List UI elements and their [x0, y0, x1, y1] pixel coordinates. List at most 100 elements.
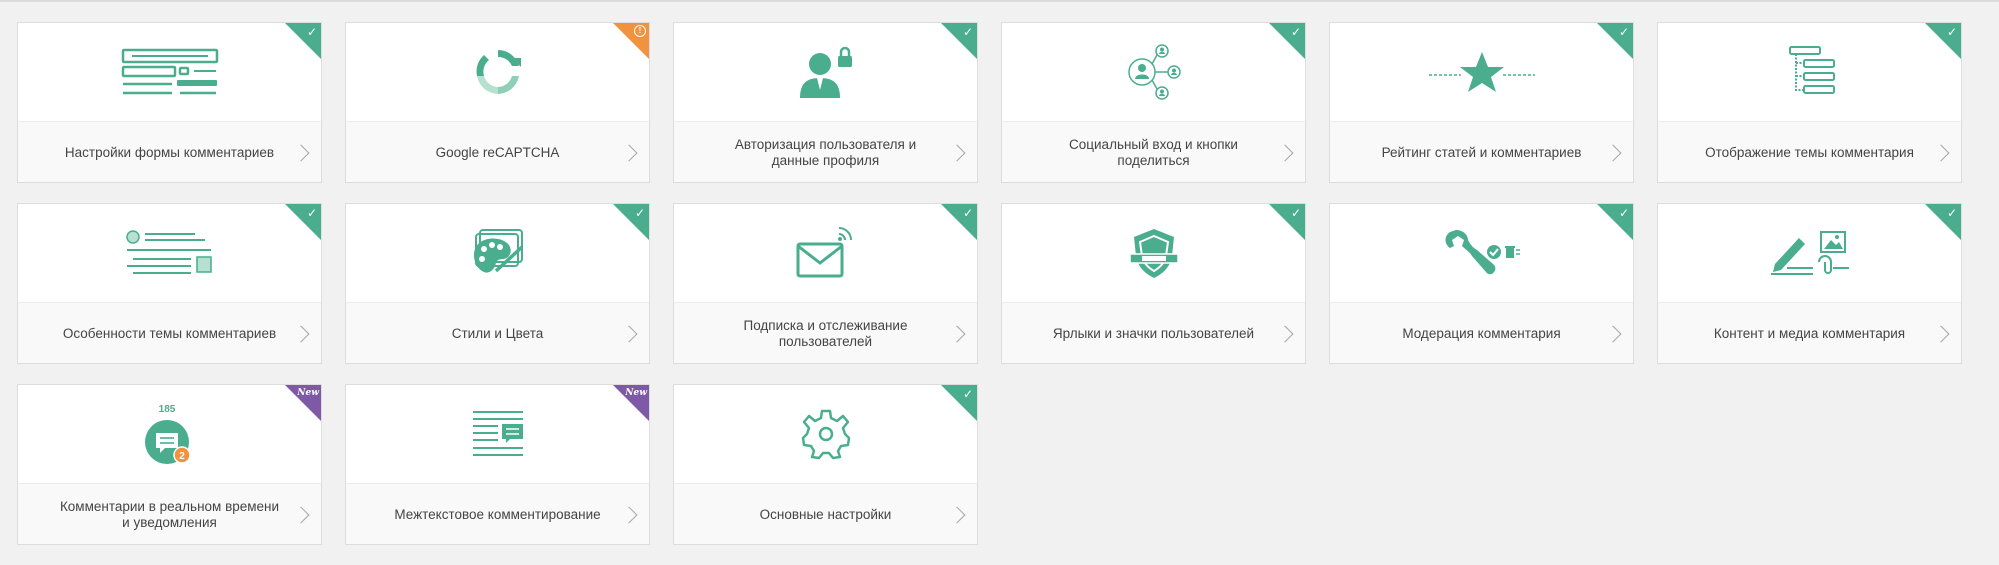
star-rating-icon	[1428, 52, 1535, 92]
card-footer: Авторизация пользователя и данные профил…	[674, 122, 977, 182]
card-footer: Основные настройки	[674, 484, 977, 544]
status-badge-check: ✓	[1925, 204, 1961, 240]
card-title: Ярлыки и значки пользователей	[1052, 325, 1255, 341]
card-footer: Подписка и отслеживание пользователей	[674, 303, 977, 363]
card-footer: Рейтинг статей и комментариев	[1330, 122, 1633, 182]
envelope-icon	[796, 227, 852, 278]
media-content-icon	[1770, 231, 1849, 275]
card-icon-area: 185 2	[18, 385, 321, 484]
card-icon-area	[18, 204, 321, 303]
settings-grid: Настройки формы комментариев ✓ Google re…	[17, 22, 1962, 545]
chevron-right-icon	[948, 506, 966, 523]
chevron-right-icon	[620, 325, 638, 342]
form-settings-icon	[121, 48, 218, 95]
card-footer: Отображение темы комментария	[1658, 122, 1961, 182]
card-comment-form-settings[interactable]: Настройки формы комментариев ✓	[17, 22, 322, 183]
card-icon-area	[1330, 23, 1633, 122]
social-network-icon	[1127, 44, 1181, 100]
status-badge-check: ✓	[1269, 23, 1305, 59]
shield-badge-icon	[1128, 229, 1179, 278]
card-icon-area	[674, 23, 977, 122]
card-article-rating[interactable]: Рейтинг статей и комментариев ✓	[1329, 22, 1634, 183]
chevron-right-icon	[1276, 144, 1294, 161]
card-thread-display[interactable]: Отображение темы комментария ✓	[1657, 22, 1962, 183]
card-title: Отображение темы комментария	[1705, 144, 1914, 160]
card-comment-moderation[interactable]: Модерация комментария ✓	[1329, 203, 1634, 364]
wrench-icon	[1445, 230, 1520, 275]
chevron-right-icon	[1932, 325, 1950, 342]
card-icon-area	[1658, 204, 1961, 303]
card-title: Социальный вход и кнопки поделиться	[1069, 136, 1238, 168]
card-title: Рейтинг статей и комментариев	[1381, 144, 1582, 160]
status-badge-check: ✓	[285, 23, 321, 59]
card-footer: Стили и Цвета	[346, 303, 649, 363]
card-footer: Особенности темы комментариев	[18, 303, 321, 363]
realtime-bubble-icon: 185 2	[144, 404, 191, 464]
card-inline-commenting[interactable]: Межтекстовое комментирование New	[345, 384, 650, 545]
thread-display-icon	[1788, 46, 1835, 94]
palette-icon	[473, 229, 523, 273]
card-icon-area	[1658, 23, 1961, 122]
chevron-right-icon	[292, 325, 310, 342]
thread-features-icon	[125, 230, 212, 274]
status-badge-check: ✓	[613, 204, 649, 240]
status-badge-check: ✓	[1925, 23, 1961, 59]
notification-count: 2	[179, 451, 185, 462]
chevron-right-icon	[1932, 144, 1950, 161]
status-badge-check: ✓	[285, 204, 321, 240]
card-icon-area	[18, 23, 321, 122]
status-badge-check: ✓	[1269, 204, 1305, 240]
card-title: Подписка и отслеживание пользователей	[743, 317, 908, 349]
card-general-settings[interactable]: Основные настройки ✓	[673, 384, 978, 545]
card-icon-area	[346, 204, 649, 303]
chevron-right-icon	[1604, 325, 1622, 342]
card-title: Особенности темы комментариев	[62, 325, 277, 341]
card-footer: Настройки формы комментариев	[18, 122, 321, 182]
chevron-right-icon	[948, 325, 966, 342]
card-footer: Модерация комментария	[1330, 303, 1633, 363]
card-styles-colors[interactable]: Стили и Цвета ✓	[345, 203, 650, 364]
counter-label: 185	[158, 404, 175, 415]
status-badge-new: New	[285, 385, 321, 421]
card-thread-features[interactable]: Особенности темы комментариев ✓	[17, 203, 322, 364]
card-icon-area	[674, 385, 977, 484]
status-badge-check: ✓	[941, 385, 977, 421]
status-badge-check: ✓	[941, 23, 977, 59]
card-footer: Межтекстовое комментирование	[346, 484, 649, 544]
chevron-right-icon	[292, 506, 310, 523]
card-user-labels[interactable]: Ярлыки и значки пользователей ✓	[1001, 203, 1306, 364]
chevron-right-icon	[1604, 144, 1622, 161]
card-icon-area	[346, 385, 649, 484]
chevron-right-icon	[620, 144, 638, 161]
status-badge-check: ✓	[1597, 23, 1633, 59]
card-footer: Ярлыки и значки пользователей	[1002, 303, 1305, 363]
card-icon-area	[1330, 204, 1633, 303]
card-footer: Контент и медиа комментария	[1658, 303, 1961, 363]
card-social-login[interactable]: Социальный вход и кнопки поделиться ✓	[1001, 22, 1306, 183]
inline-comment-icon	[472, 411, 523, 456]
card-title: Основные настройки	[759, 506, 892, 522]
user-lock-icon	[799, 46, 852, 98]
recaptcha-icon	[476, 50, 521, 94]
card-title: Настройки формы комментариев	[64, 144, 275, 160]
status-badge-warning: !	[613, 23, 649, 59]
chevron-right-icon	[620, 506, 638, 523]
card-title: Контент и медиа комментария	[1713, 325, 1906, 341]
card-footer: Комментарии в реальном времени и уведомл…	[18, 484, 321, 544]
chevron-right-icon	[1276, 325, 1294, 342]
card-icon-area	[1002, 204, 1305, 303]
chevron-right-icon	[292, 144, 310, 161]
status-badge-check: ✓	[1597, 204, 1633, 240]
card-realtime-comments[interactable]: 185 2 Комментарии в реальном времени и у…	[17, 384, 322, 545]
card-footer: Google reCAPTCHA	[346, 122, 649, 182]
card-icon-area	[346, 23, 649, 122]
card-content-media[interactable]: Контент и медиа комментария ✓	[1657, 203, 1962, 364]
chevron-right-icon	[948, 144, 966, 161]
card-google-recaptcha[interactable]: Google reCAPTCHA !	[345, 22, 650, 183]
card-subscription[interactable]: Подписка и отслеживание пользователей ✓	[673, 203, 978, 364]
card-title: Авторизация пользователя и данные профил…	[734, 136, 917, 168]
card-title: Модерация комментария	[1402, 325, 1561, 341]
card-user-authorization[interactable]: Авторизация пользователя и данные профил…	[673, 22, 978, 183]
card-icon-area	[674, 204, 977, 303]
card-title: Межтекстовое комментирование	[394, 506, 601, 522]
